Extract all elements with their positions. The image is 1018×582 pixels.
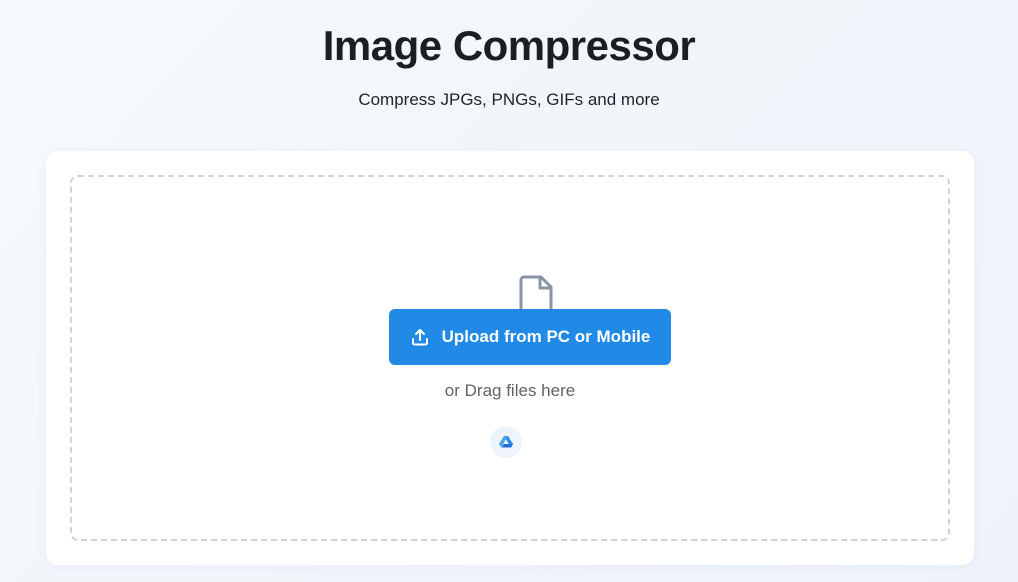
upload-button-label: Upload from PC or Mobile <box>441 327 651 346</box>
file-dropzone[interactable]: Upload from PC or Mobile or Drag files h… <box>70 175 950 541</box>
upload-card: Upload from PC or Mobile or Drag files h… <box>46 151 974 565</box>
upload-icon <box>411 329 428 346</box>
upload-button[interactable]: Upload from PC or Mobile <box>389 309 671 365</box>
google-drive-icon <box>499 435 513 447</box>
page-title: Image Compressor <box>322 22 696 69</box>
google-drive-button[interactable] <box>490 426 522 458</box>
page-subtitle: Compress JPGs, PNGs, GIFs and more <box>358 90 660 109</box>
drag-hint-text: or Drag files here <box>444 381 576 400</box>
